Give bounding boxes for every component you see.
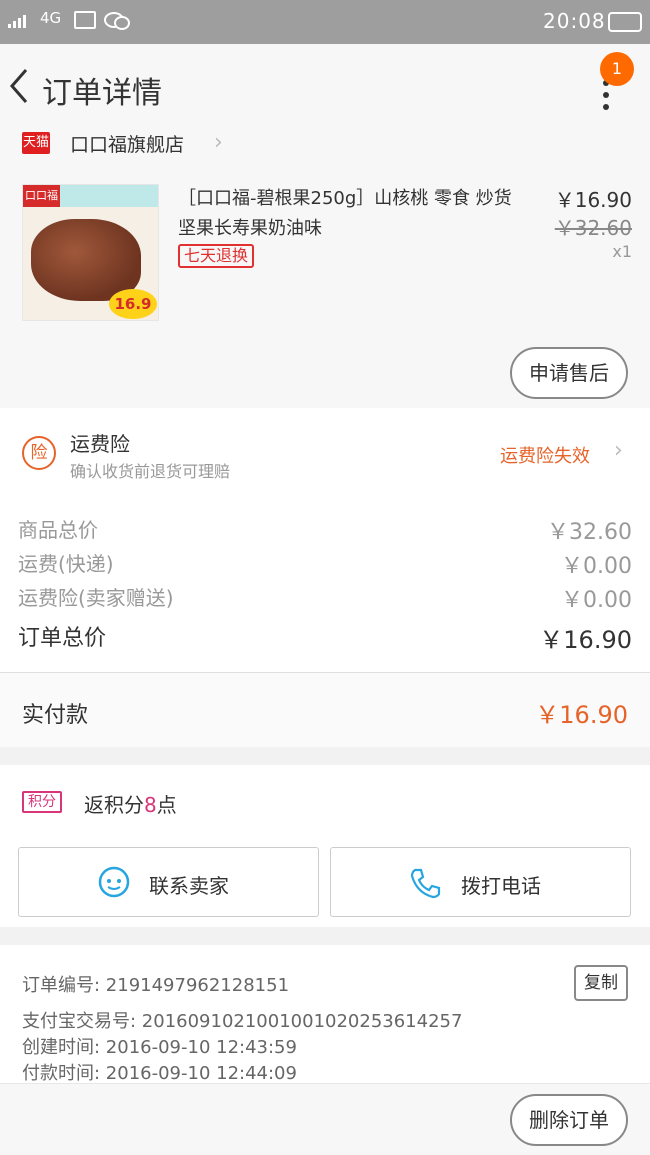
- quantity: x1: [612, 242, 632, 261]
- contact-seller-label: 联系卖家: [149, 874, 229, 898]
- network-type: 4G: [40, 9, 62, 27]
- order-number: 订单编号: 2191497962128151: [22, 975, 290, 996]
- status-bar: 4G 20:08: [0, 0, 650, 44]
- signal-icon: [8, 14, 26, 28]
- notification-badge: 1: [600, 52, 634, 86]
- insurance-subtitle: 确认收货前退货可理赔: [70, 462, 231, 481]
- cost-label: 商品总价: [18, 518, 98, 542]
- battery-icon: [608, 12, 642, 32]
- chevron-right-icon: ›: [614, 438, 623, 463]
- points-amount: 8: [144, 793, 157, 817]
- product-card[interactable]: 口口福 16.9 ［口口福-碧根果250g］山核桃 零食 炒货坚果长寿果奶油味 …: [0, 174, 650, 408]
- cost-label: 运费险(卖家赠送): [18, 586, 174, 610]
- product-image[interactable]: 口口福 16.9: [22, 184, 159, 321]
- page-title: 订单详情: [42, 76, 162, 111]
- delete-order-button[interactable]: 删除订单: [510, 1094, 628, 1146]
- tmall-logo-icon: 天猫: [22, 132, 50, 154]
- original-price: ￥32.60: [554, 216, 632, 240]
- call-phone-button[interactable]: 拨打电话: [330, 847, 631, 917]
- cost-value: ￥0.00: [561, 554, 632, 579]
- points-prefix: 返积分: [84, 793, 144, 817]
- points-badge: 积分: [22, 791, 62, 813]
- points-suffix: 点: [156, 793, 177, 817]
- image-notification-icon: [74, 11, 96, 29]
- clock: 20:08: [543, 9, 606, 33]
- insurance-icon: 险: [22, 436, 56, 470]
- phone-icon: [410, 868, 441, 899]
- insurance-status: 运费险失效: [500, 446, 590, 467]
- chat-bubble-icon: [98, 866, 130, 898]
- cost-row-insurance: 运费险(卖家赠送) ￥0.00: [0, 582, 650, 616]
- after-sale-button[interactable]: 申请售后: [510, 347, 628, 399]
- pecan-illustration: [31, 219, 141, 301]
- back-arrow-icon[interactable]: [6, 66, 34, 106]
- cost-value: ￥0.00: [561, 588, 632, 613]
- cost-row-shipping: 运费(快递) ￥0.00: [0, 548, 650, 582]
- cost-label: 运费(快递): [18, 552, 114, 576]
- thumb-banner: [60, 185, 158, 207]
- paid-value: ￥16.90: [535, 701, 628, 729]
- cost-summary: 商品总价 ￥32.60 运费(快递) ￥0.00 运费险(卖家赠送) ￥0.00…: [0, 496, 650, 673]
- nav-bar: 订单详情 1: [0, 44, 650, 130]
- shipping-insurance-row[interactable]: 险 运费险 确认收货前退货可理赔 运费险失效 ›: [0, 408, 650, 496]
- bottom-action-bar: 删除订单: [0, 1083, 650, 1155]
- paid-label: 实付款: [22, 703, 89, 728]
- created-time: 创建时间: 2016-09-10 12:43:59: [22, 1037, 297, 1058]
- total-label: 订单总价: [18, 626, 107, 651]
- cost-row-total: 订单总价 ￥16.90: [0, 620, 650, 654]
- wechat-icon: [104, 12, 130, 30]
- product-title: ［口口福-碧根果250g］山核桃 零食 炒货坚果长寿果奶油味: [178, 188, 512, 239]
- product-price: ￥16.90: [554, 188, 632, 212]
- insurance-title: 运费险: [70, 432, 130, 456]
- order-info: 订单编号: 2191497962128151 复制 支付宝交易号: 201609…: [0, 945, 650, 1085]
- thumb-price-tag: 16.9: [109, 289, 157, 319]
- call-phone-label: 拨打电话: [461, 874, 541, 898]
- chevron-right-icon: ›: [214, 130, 223, 155]
- thumb-brand: 口口福: [23, 185, 60, 207]
- total-value: ￥16.90: [539, 626, 632, 654]
- payment-time: 付款时间: 2016-09-10 12:44:09: [22, 1063, 297, 1084]
- shop-name: 口口福旗舰店: [70, 134, 185, 156]
- refund-tag: 七天退换: [178, 244, 255, 268]
- copy-button[interactable]: 复制: [574, 965, 628, 1001]
- shop-row[interactable]: 天猫 口口福旗舰店 ›: [0, 130, 650, 174]
- alipay-trade-number: 支付宝交易号: 2016091021001001020253614257: [22, 1011, 463, 1032]
- points-section: 积分 返积分8点 联系卖家 拨打电话: [0, 765, 650, 927]
- contact-seller-button[interactable]: 联系卖家: [18, 847, 319, 917]
- paid-row: 实付款 ￥16.90: [0, 673, 650, 747]
- points-text: 返积分8点: [84, 789, 177, 818]
- cost-row-goods: 商品总价 ￥32.60: [0, 514, 650, 548]
- cost-value: ￥32.60: [547, 520, 632, 545]
